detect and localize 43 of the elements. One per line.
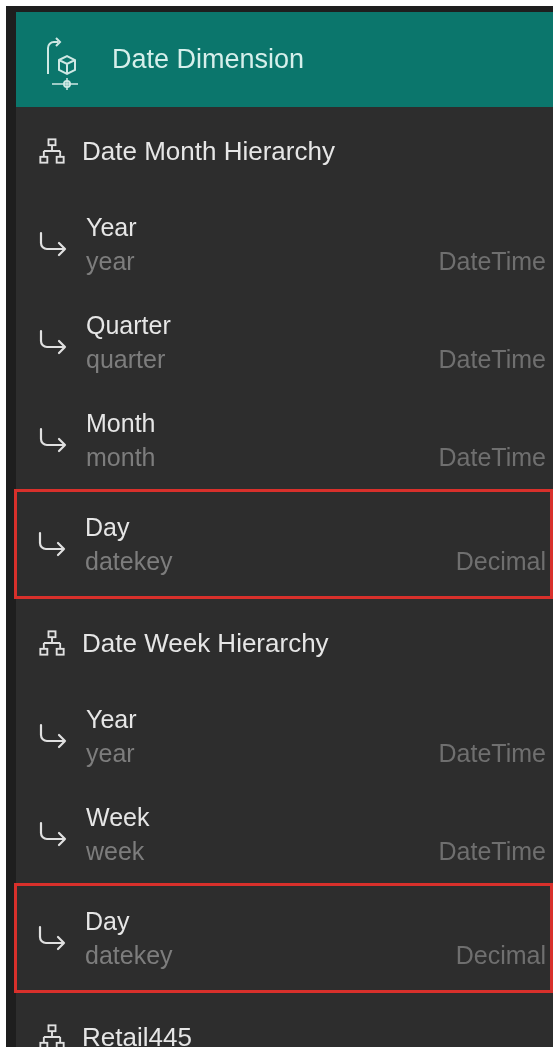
data-type: DateTime xyxy=(438,442,546,473)
column-name: datekey xyxy=(85,940,173,971)
column-name: year xyxy=(86,738,135,769)
level-name: Day xyxy=(85,906,130,937)
level-row[interactable]: Year year DateTime xyxy=(16,687,553,785)
dimension-title: Date Dimension xyxy=(112,43,305,77)
dimension-header[interactable]: Date Dimension xyxy=(16,12,553,107)
arrow-icon xyxy=(38,821,68,847)
arrow-icon xyxy=(38,329,68,355)
data-type: DateTime xyxy=(438,836,546,867)
level-name: Year xyxy=(86,212,137,243)
data-type: DateTime xyxy=(438,738,546,769)
level-name: Quarter xyxy=(86,310,171,341)
arrow-icon xyxy=(38,231,68,257)
data-type: Decimal xyxy=(455,546,546,577)
level-name: Year xyxy=(86,704,137,735)
level-name: Day xyxy=(85,512,130,543)
data-type: Decimal xyxy=(455,940,546,971)
level-row[interactable]: Month month DateTime xyxy=(16,391,553,489)
column-name: week xyxy=(86,836,145,867)
arrow-icon xyxy=(38,723,68,749)
hierarchy-icon xyxy=(38,1023,66,1047)
arrow-icon xyxy=(37,531,67,557)
hierarchy-icon xyxy=(38,629,66,657)
level-row[interactable]: Day datekey Decimal xyxy=(14,883,553,993)
level-row[interactable]: Quarter quarter DateTime xyxy=(16,293,553,391)
hierarchy-item[interactable]: Retail445 xyxy=(16,993,553,1047)
arrow-icon xyxy=(38,427,68,453)
level-name: Month xyxy=(86,408,156,439)
column-name: datekey xyxy=(85,546,173,577)
hierarchy-icon xyxy=(38,137,66,165)
column-name: quarter xyxy=(86,344,166,375)
column-name: year xyxy=(86,246,135,277)
hierarchy-item[interactable]: Date Week Hierarchy xyxy=(16,599,553,687)
hierarchy-item[interactable]: Date Month Hierarchy xyxy=(16,107,553,195)
column-name: month xyxy=(86,442,156,473)
data-type: DateTime xyxy=(438,246,546,277)
arrow-icon xyxy=(37,925,67,951)
data-type: DateTime xyxy=(438,344,546,375)
level-row[interactable]: Day datekey Decimal xyxy=(14,489,553,599)
level-name: Week xyxy=(86,802,150,833)
level-row[interactable]: Year year DateTime xyxy=(16,195,553,293)
level-row[interactable]: Week week DateTime xyxy=(16,785,553,883)
